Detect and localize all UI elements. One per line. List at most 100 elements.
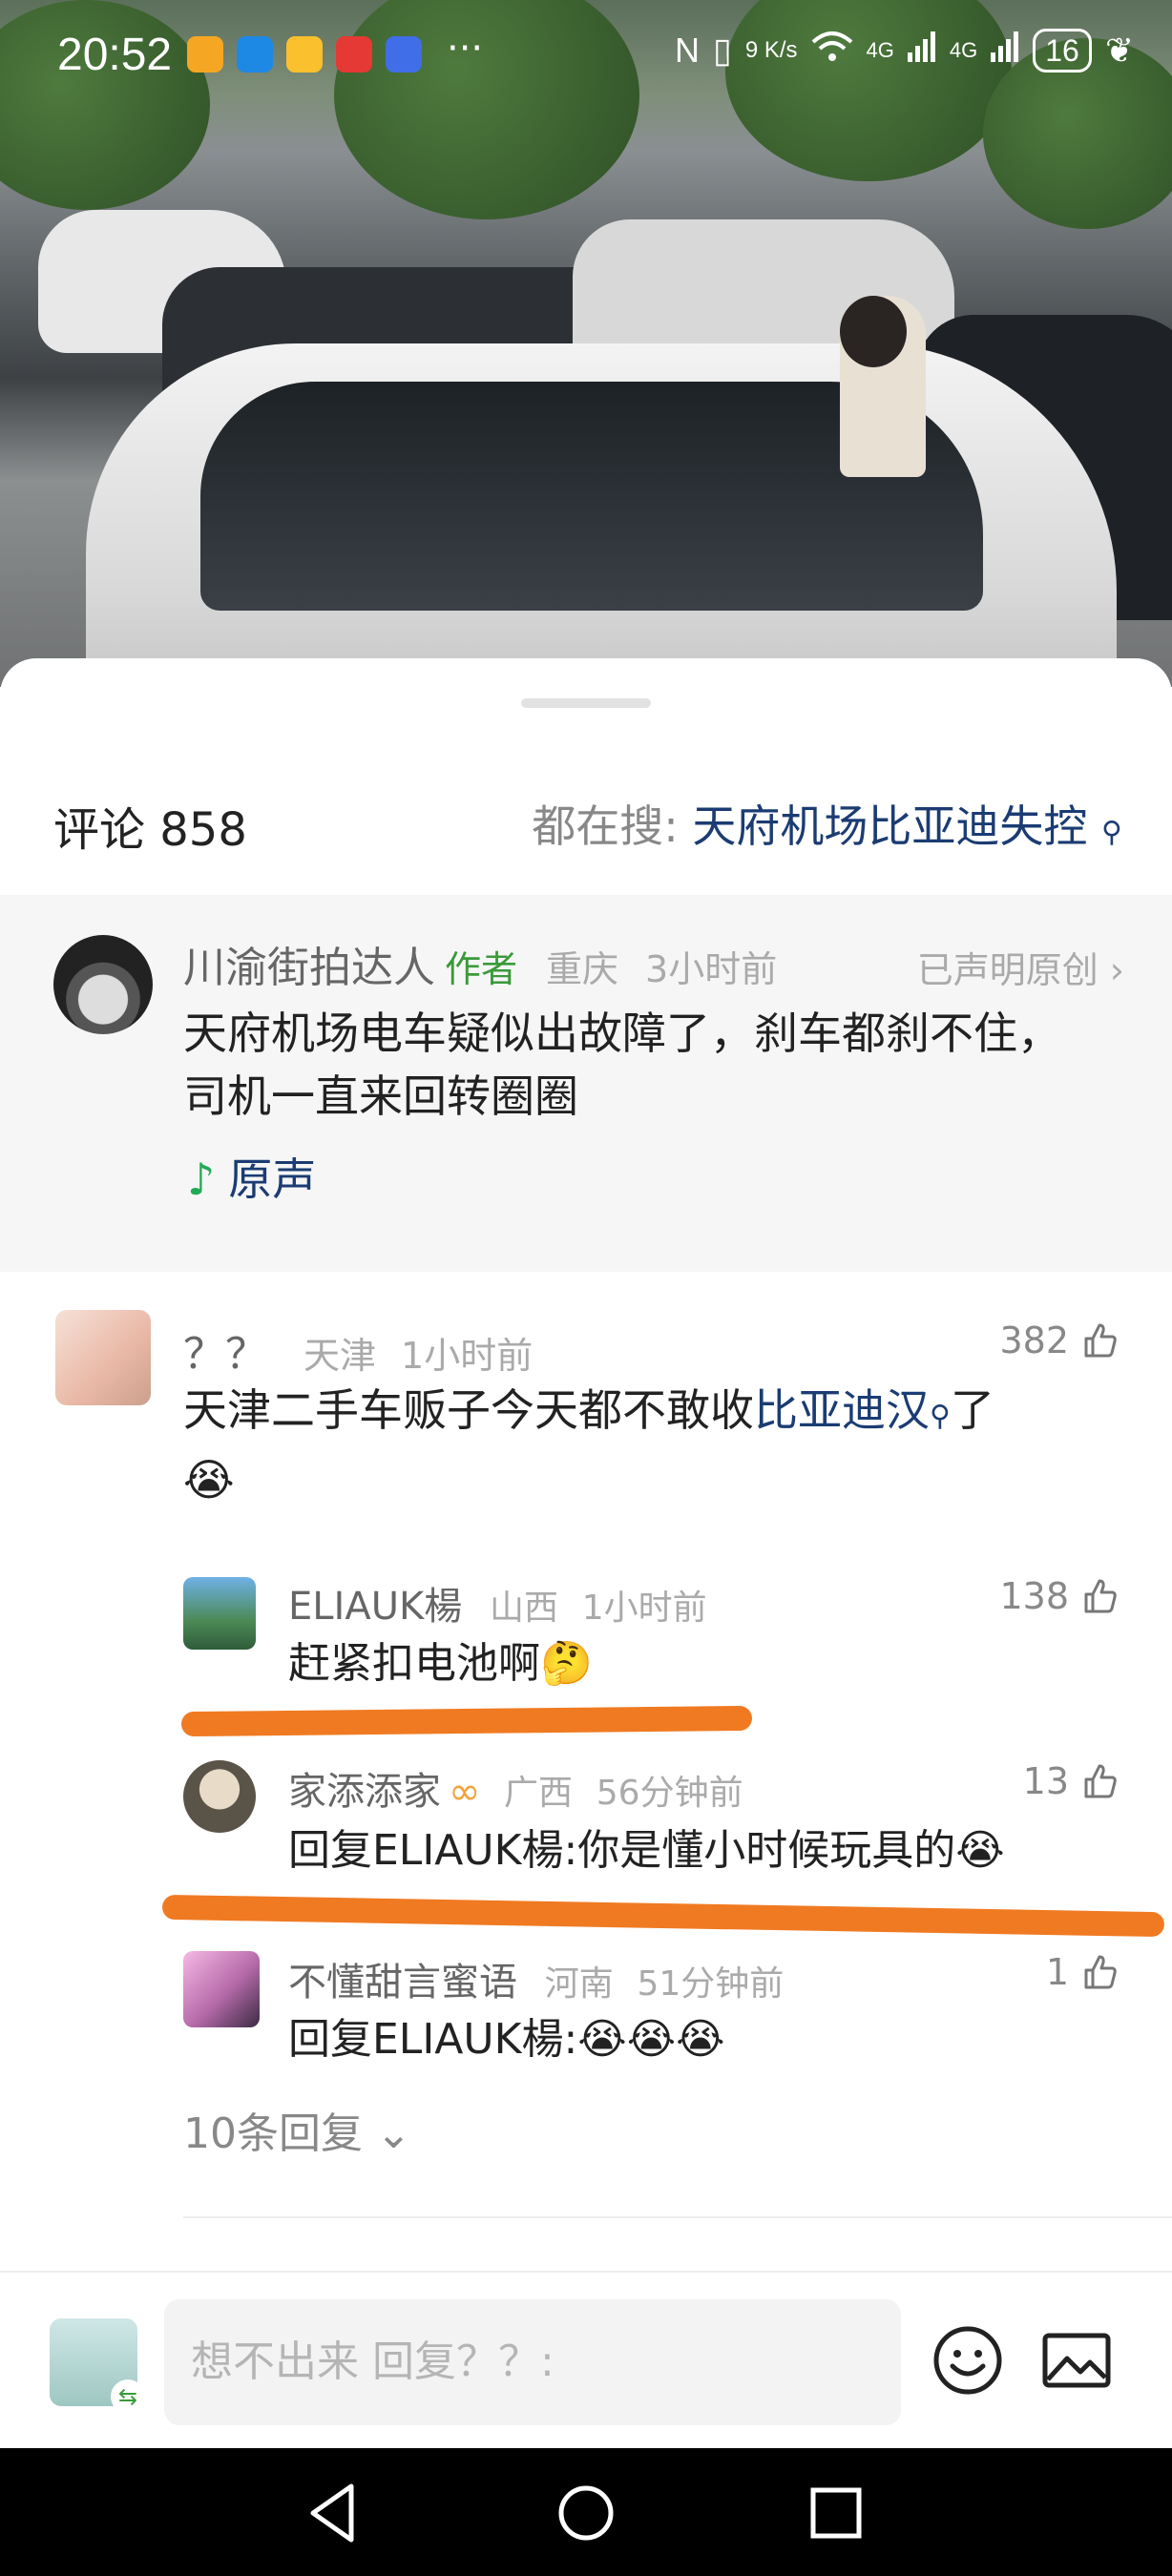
post-time: 3小时前 (645, 948, 778, 990)
author-name[interactable]: 川渝街拍达人 (183, 944, 435, 992)
reply-avatar[interactable] (183, 1760, 256, 1833)
wifi-icon (811, 31, 853, 72)
emoji: 😭 (183, 1454, 235, 1506)
battery-indicator: 16 (1033, 29, 1092, 73)
expand-replies[interactable]: 10条回复 ⌄ (183, 2099, 411, 2160)
trending-search[interactable]: 都在搜: 天府机场比亚迪失控 ⚲ (532, 792, 1122, 855)
badge-icon: ∞ (449, 1770, 481, 1814)
system-nav-bar (0, 2448, 1172, 2576)
reply-time: 56分钟前 (596, 1774, 743, 1813)
reply-user-row: ELIAUK楊 山西 1小时前 (288, 1575, 707, 1631)
comment-count: 评论 858 (53, 803, 247, 857)
reply-location: 广西 (504, 1774, 574, 1813)
comment-text-part: 了 (950, 1384, 994, 1436)
status-bar: 20:52 ··· N ▯ 9 K/s 4G 4G 16 ❦ (0, 0, 1172, 114)
reply-user-row: 家添添家 ∞ 广西 56分钟前 (288, 1760, 743, 1816)
reply-text: 赶紧扣电池啊🤔 (288, 1632, 593, 1695)
original-declared[interactable]: 已声明原创 › (917, 941, 1124, 993)
divider (183, 2216, 1172, 2218)
search-icon: ⚲ (1101, 816, 1122, 849)
like-count: 1 (1045, 1951, 1069, 1993)
post-location: 重庆 (546, 948, 619, 990)
music-label: 原声 (228, 1153, 317, 1205)
comment-keyword-link[interactable]: 比亚迪汉 (754, 1384, 930, 1436)
home-icon[interactable] (550, 2477, 622, 2549)
reply-avatar[interactable] (183, 1577, 256, 1650)
author-tag: 作者 (445, 948, 518, 990)
notification-icons (187, 36, 422, 73)
app-icon (237, 36, 273, 73)
reply-text-content: 赶紧扣电池啊 (288, 1639, 540, 1688)
post-text: 天府机场电车疑似出故障了，刹车都刹不住， 司机一直来回转圈圈 (183, 1002, 1061, 1128)
like-count: 13 (1022, 1760, 1069, 1802)
like-button[interactable]: 1 (1046, 1951, 1119, 1993)
reply-user[interactable]: 不懂甜言蜜语 (288, 1961, 517, 2005)
reply-text-content: 回复ELIAUK楊: (288, 2015, 578, 2064)
comment-list: ？？ 天津 1小时前 382 天津二手车贩子今天都不敢收比亚迪汉⚲了 😭 ELI… (0, 1272, 1172, 2274)
signal-icon (907, 31, 936, 71)
status-right: N ▯ 9 K/s 4G 4G 16 ❦ (675, 29, 1134, 73)
thumbs-up-icon (1084, 1323, 1117, 1358)
annotation-underline (180, 1705, 753, 1737)
back-icon[interactable] (298, 2477, 370, 2549)
signal-label: 4G (949, 38, 978, 62)
net-speed: 9 K/s (744, 37, 798, 63)
my-avatar[interactable]: ⇆ (50, 2318, 145, 2414)
annotation-underline (161, 1894, 1165, 1938)
thumbs-up-icon (1084, 1955, 1117, 1989)
reply-location: 河南 (544, 1964, 614, 2004)
emoji: 🤔 (540, 1639, 593, 1688)
reply-text: 回复ELIAUK楊:😭😭😭 (288, 2008, 725, 2071)
app-icon (336, 36, 372, 73)
comment-time: 1小时前 (401, 1335, 534, 1377)
reply-user[interactable]: ELIAUK楊 (288, 1585, 462, 1629)
comment-sheet: 评论 858 都在搜: 天府机场比亚迪失控 ⚲ 川渝街拍达人 作者 重庆 3小时前… (0, 658, 1172, 2280)
like-button[interactable]: 13 (1023, 1760, 1119, 1802)
music-link[interactable]: ♪ 原声 (187, 1145, 316, 1208)
recents-icon[interactable] (800, 2477, 872, 2549)
comments-header: 评论 858 都在搜: 天府机场比亚迪失控 ⚲ (53, 792, 1122, 868)
vibrate-icon: ▯ (713, 31, 732, 70)
more-notifications: ··· (447, 27, 484, 71)
post-text-line: 天府机场电车疑似出故障了，刹车都刹不住， (183, 1008, 1061, 1059)
author-avatar[interactable] (53, 935, 153, 1034)
mail-icon (286, 36, 323, 73)
like-count: 138 (999, 1575, 1069, 1617)
emoji: 😭😭😭 (577, 2015, 725, 2064)
trending-keyword[interactable]: 天府机场比亚迪失控 (692, 800, 1087, 852)
image-icon[interactable] (1040, 2324, 1113, 2397)
like-button[interactable]: 138 (999, 1575, 1119, 1617)
comment-avatar[interactable] (55, 1310, 151, 1405)
thumbs-up-icon (1084, 1579, 1117, 1613)
nfc-icon: N (675, 31, 700, 70)
status-time: 20:52 (57, 30, 173, 80)
comment-text-part: 天津二手车贩子今天都不敢收 (183, 1384, 754, 1436)
leaf-icon: ❦ (1104, 31, 1134, 70)
app-icon (187, 36, 223, 73)
drag-handle[interactable] (521, 698, 651, 708)
comment-composer: ⇆ 想不出来 回复？？: (0, 2271, 1172, 2454)
reply-text: 回复ELIAUK楊:你是懂小时候玩具的😭 (288, 1819, 1005, 1882)
search-icon: ⚲ (930, 1400, 951, 1433)
emoji: 😭 (955, 1826, 1005, 1875)
author-row: 川渝街拍达人 作者 重庆 3小时前 (183, 933, 777, 994)
reply-time: 51分钟前 (637, 1964, 785, 2004)
reply-avatar[interactable] (183, 1951, 260, 2027)
like-count: 382 (999, 1319, 1069, 1361)
like-button[interactable]: 382 (999, 1319, 1119, 1361)
reply-text-content: 回复ELIAUK楊:你是懂小时候玩具的 (288, 1826, 956, 1875)
music-note-icon: ♪ (187, 1153, 216, 1205)
reply-time: 1小时前 (581, 1589, 707, 1628)
comment-text: 天津二手车贩子今天都不敢收比亚迪汉⚲了 😭 (183, 1379, 1128, 1511)
pinned-post: 川渝街拍达人 作者 重庆 3小时前 已声明原创 › 天府机场电车疑似出故障了，刹车… (0, 895, 1172, 1272)
reply-user[interactable]: 家添添家 (288, 1770, 441, 1814)
reply-location: 山西 (489, 1589, 558, 1628)
signal-icon (991, 31, 1019, 71)
voice-icon (386, 36, 422, 73)
thumbs-up-icon (1084, 1764, 1117, 1798)
comment-input[interactable]: 想不出来 回复？？: (164, 2299, 901, 2425)
comment-user[interactable]: ？？ (183, 1330, 267, 1379)
reply-user-row: 不懂甜言蜜语 河南 51分钟前 (288, 1951, 784, 2006)
comment-location: 天津 (303, 1335, 377, 1377)
emoji-icon[interactable] (931, 2324, 1004, 2397)
